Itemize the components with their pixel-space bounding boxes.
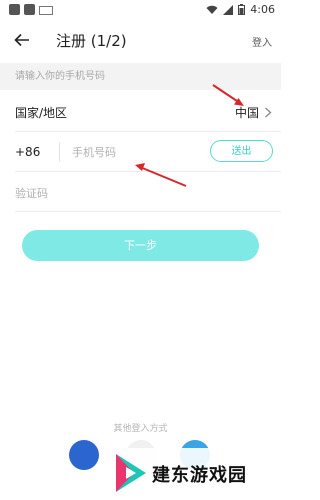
watermark-text: 建东游戏园 xyxy=(152,465,247,486)
send-code-button[interactable]: 送出 xyxy=(210,140,273,162)
back-arrow-icon[interactable] xyxy=(14,32,30,48)
separator xyxy=(59,142,60,162)
next-step-button[interactable]: 下一步 xyxy=(22,230,259,261)
code-row xyxy=(0,178,281,208)
verification-code-input[interactable] xyxy=(15,183,215,203)
facebook-icon[interactable] xyxy=(69,440,99,470)
app-header: 注册 (1/2) 登入 xyxy=(0,26,281,58)
battery-icon xyxy=(238,4,246,15)
login-link[interactable]: 登入 xyxy=(252,34,272,49)
watermark: 建东游戏园 xyxy=(100,448,281,500)
country-code[interactable]: +86 xyxy=(15,145,40,159)
region-label: 国家/地区 xyxy=(15,106,68,120)
notification-icon xyxy=(24,4,35,15)
phone-input[interactable] xyxy=(72,142,192,162)
status-bar: 4:06 xyxy=(0,0,281,20)
region-value: 中国 xyxy=(234,106,259,120)
divider xyxy=(15,131,281,132)
notification-icon xyxy=(9,4,20,15)
signal-icon xyxy=(223,4,234,15)
divider xyxy=(15,171,281,172)
phone-row: +86 送出 xyxy=(0,138,281,168)
region-selector[interactable]: 国家/地区 中国 xyxy=(0,98,281,128)
keyboard-icon xyxy=(39,6,53,15)
notification-icons xyxy=(9,4,53,15)
clock: 4:06 xyxy=(250,3,275,16)
chevron-right-icon xyxy=(265,107,272,118)
watermark-logo xyxy=(116,454,146,492)
wifi-icon xyxy=(206,5,218,14)
other-login-label: 其他登入方式 xyxy=(113,424,168,434)
page-title: 注册 (1/2) xyxy=(56,32,127,50)
divider xyxy=(15,211,281,212)
phone-hint-banner: 请输入你的手机号码 xyxy=(0,63,281,90)
